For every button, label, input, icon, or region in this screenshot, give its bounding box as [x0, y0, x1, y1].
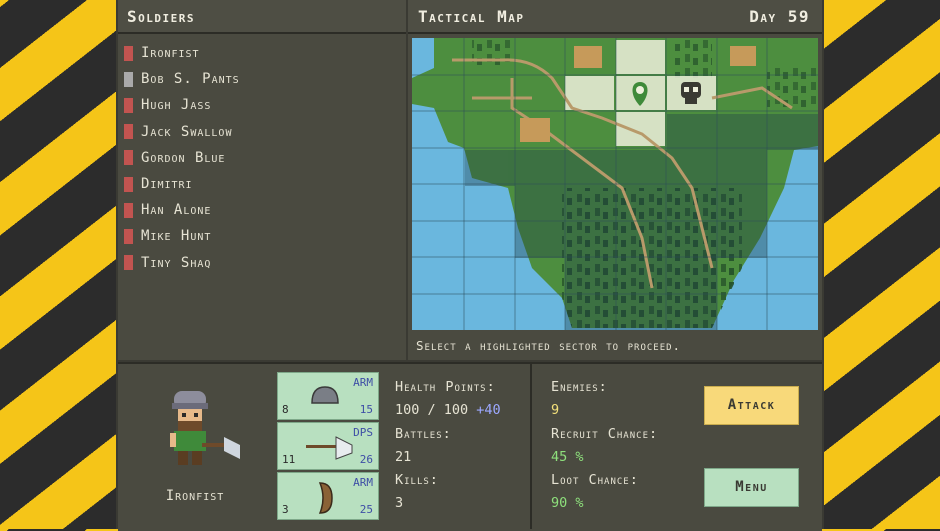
soldier-list-item[interactable]: Jack Swallow [124, 121, 232, 143]
soldier-name: Tiny Shaq [141, 254, 212, 271]
soldier-name: Gordon Blue [141, 149, 226, 166]
attack-button[interactable]: Attack [704, 386, 799, 425]
clearing [520, 118, 550, 142]
battles-value: 21 [395, 449, 412, 465]
soldier-list-item[interactable]: Tiny Shaq [124, 252, 211, 274]
equipment-axe-card[interactable]: DPS 11 26 [277, 422, 379, 470]
soldier-status-tag [124, 202, 133, 218]
soldier-list-item[interactable]: Dimitri [124, 173, 193, 195]
health-value: 100 / 100 +40 [395, 402, 501, 418]
equipment-low: 3 [282, 503, 289, 516]
day-counter: Day 59 [749, 7, 810, 26]
equipment-high: 15 [359, 403, 373, 416]
soldier-list-item[interactable]: Gordon Blue [124, 147, 225, 169]
soldier-list-item[interactable]: Mike Hunt [124, 225, 211, 247]
recruit-label: Recruit Chance: [551, 426, 659, 442]
clearing [730, 46, 756, 66]
soldier-name: Bob S. Pants [141, 71, 240, 88]
clearing [574, 46, 602, 68]
tactical-map[interactable] [412, 38, 818, 330]
soldier-list-item[interactable]: Hugh Jass [124, 94, 211, 116]
attack-button-label: Attack [727, 397, 776, 413]
soldier-name: Hugh Jass [141, 97, 212, 114]
equipment-helmet-card[interactable]: ARM 8 15 [277, 372, 379, 420]
loot-label: Loot Chance: [551, 472, 639, 488]
soldier-name: Mike Hunt [141, 228, 212, 245]
enemies-value: 9 [551, 402, 560, 418]
axe-icon [306, 436, 353, 460]
kills-label: Kills: [395, 472, 439, 488]
soldier-name: Dimitri [141, 176, 193, 192]
selected-soldier-name: Ironfist [165, 488, 225, 504]
map-canvas [412, 38, 818, 330]
map-status-bar: Select a highlighted sector to proceed. [412, 336, 818, 358]
helmet-icon [311, 386, 339, 404]
map-header: Tactical Map Day 59 [408, 0, 822, 34]
soldier-status-tag [124, 124, 133, 140]
equipment-low: 8 [282, 403, 289, 416]
soldier-status-tag [124, 150, 133, 166]
soldier-status-tag [124, 228, 133, 244]
bottom-divider [530, 364, 532, 529]
menu-button-label: Menu [735, 479, 768, 495]
loot-value: 90 % [551, 495, 584, 511]
soldiers-title: Soldiers [127, 7, 195, 26]
soldiers-header: Soldiers [118, 0, 406, 34]
soldier-list-item[interactable]: Bob S. Pants [124, 68, 240, 90]
soldier-name: Han Alone [141, 202, 212, 219]
health-value-text: 100 / 100 [395, 402, 469, 418]
health-bonus: +40 [476, 402, 501, 418]
soldier-portrait [170, 391, 240, 465]
soldier-status-tag [124, 45, 133, 61]
battles-label: Battles: [395, 426, 452, 442]
soldier-status-tag [124, 176, 133, 192]
equipment-tag: ARM [353, 376, 373, 389]
enemies-label: Enemies: [551, 379, 608, 395]
soldier-name: Ironfist [141, 45, 200, 61]
equipment-shield-card[interactable]: ARM 3 25 [277, 472, 379, 520]
menu-button[interactable]: Menu [704, 468, 799, 507]
shield-icon [318, 482, 333, 514]
kills-value: 3 [395, 495, 404, 511]
health-label: Health Points: [395, 379, 496, 395]
equipment-low: 11 [282, 453, 296, 466]
map-title: Tactical Map [418, 7, 525, 26]
recruit-value: 45 % [551, 449, 584, 465]
equipment-high: 26 [359, 453, 373, 466]
soldier-list-item[interactable]: Han Alone [124, 199, 211, 221]
equipment-tag: ARM [353, 476, 373, 489]
map-status-text: Select a highlighted sector to proceed. [416, 338, 682, 353]
soldier-status-tag [124, 255, 133, 271]
equipment-high: 25 [359, 503, 373, 516]
soldier-name: Jack Swallow [141, 123, 233, 140]
soldier-list-item[interactable]: Ironfist [124, 42, 200, 64]
soldier-status-tag [124, 71, 133, 87]
soldier-status-tag [124, 97, 133, 113]
